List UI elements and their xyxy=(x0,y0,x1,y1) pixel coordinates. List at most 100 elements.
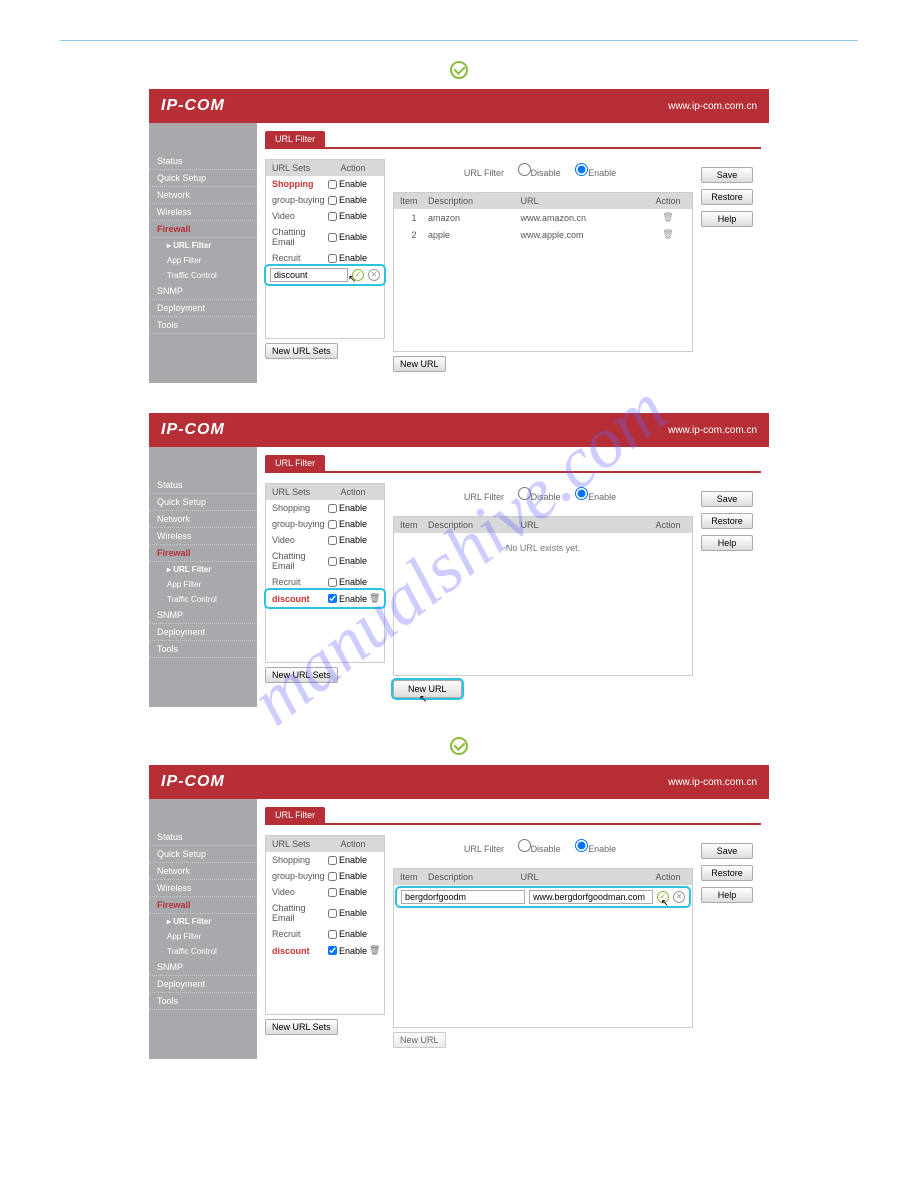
trash-icon[interactable]: 🗑 xyxy=(369,593,380,604)
help-button[interactable]: Help xyxy=(701,535,753,551)
url-url-input[interactable] xyxy=(529,890,653,904)
url-set-row[interactable]: VideoEnable xyxy=(266,208,384,224)
new-url-sets-button[interactable]: New URL Sets xyxy=(265,343,338,359)
enable-checkbox[interactable] xyxy=(328,888,337,897)
nav-wireless[interactable]: Wireless xyxy=(149,528,257,545)
save-button[interactable]: Save xyxy=(701,843,753,859)
url-set-row[interactable]: group-buyingEnable xyxy=(266,868,384,884)
url-set-row[interactable]: discountEnable🗑 xyxy=(266,942,384,959)
nav-snmp[interactable]: SNMP xyxy=(149,283,257,300)
trash-icon[interactable]: 🗑 xyxy=(662,212,673,222)
nav-app-filter[interactable]: App Filter xyxy=(149,253,257,268)
new-url-button[interactable]: New URL xyxy=(393,1032,446,1048)
enable-checkbox[interactable] xyxy=(328,946,337,955)
nav-firewall[interactable]: Firewall xyxy=(149,545,257,562)
enable-checkbox[interactable] xyxy=(328,578,337,587)
new-url-sets-button[interactable]: New URL Sets xyxy=(265,1019,338,1035)
nav-snmp[interactable]: SNMP xyxy=(149,959,257,976)
help-button[interactable]: Help xyxy=(701,211,753,227)
enable-checkbox[interactable] xyxy=(328,594,337,603)
trash-icon[interactable]: 🗑 xyxy=(662,229,673,239)
enable-checkbox[interactable] xyxy=(328,909,337,918)
nav-url-filter[interactable]: URL Filter xyxy=(149,562,257,577)
nav-app-filter[interactable]: App Filter xyxy=(149,577,257,592)
enable-checkbox[interactable] xyxy=(328,872,337,881)
nav-network[interactable]: Network xyxy=(149,511,257,528)
radio-disable[interactable] xyxy=(518,163,531,176)
url-set-row[interactable]: Chatting EmailEnable xyxy=(266,224,384,250)
url-set-row[interactable]: group-buyingEnable xyxy=(266,192,384,208)
url-set-row[interactable]: VideoEnable xyxy=(266,884,384,900)
radio-enable[interactable] xyxy=(575,487,588,500)
new-url-button[interactable]: New URL xyxy=(393,680,462,698)
url-set-row[interactable]: ShoppingEnable xyxy=(266,852,384,868)
nav-status[interactable]: Status xyxy=(149,829,257,846)
nav-status[interactable]: Status xyxy=(149,477,257,494)
tab-url-filter[interactable]: URL Filter xyxy=(265,455,325,471)
nav-tools[interactable]: Tools xyxy=(149,641,257,658)
url-set-row[interactable]: discountEnable🗑 xyxy=(266,590,384,607)
confirm-icon[interactable]: ✓ xyxy=(352,269,364,281)
enable-checkbox[interactable] xyxy=(328,536,337,545)
trash-icon[interactable]: 🗑 xyxy=(369,945,380,956)
radio-disable[interactable] xyxy=(518,487,531,500)
nav-traffic-control[interactable]: Traffic Control xyxy=(149,592,257,607)
nav-deployment[interactable]: Deployment xyxy=(149,976,257,993)
nav-traffic-control[interactable]: Traffic Control xyxy=(149,268,257,283)
radio-disable[interactable] xyxy=(518,839,531,852)
nav-snmp[interactable]: SNMP xyxy=(149,607,257,624)
enable-checkbox[interactable] xyxy=(328,254,337,263)
url-set-row[interactable]: VideoEnable xyxy=(266,532,384,548)
enable-checkbox[interactable] xyxy=(328,557,337,566)
url-desc-input[interactable] xyxy=(401,890,525,904)
save-button[interactable]: Save xyxy=(701,167,753,183)
nav-quick-setup[interactable]: Quick Setup xyxy=(149,846,257,863)
enable-checkbox[interactable] xyxy=(328,233,337,242)
cancel-icon[interactable]: ✕ xyxy=(673,891,685,903)
nav-traffic-control[interactable]: Traffic Control xyxy=(149,944,257,959)
url-set-row[interactable]: RecruitEnable xyxy=(266,574,384,590)
nav-status[interactable]: Status xyxy=(149,153,257,170)
cancel-icon[interactable]: ✕ xyxy=(368,269,380,281)
enable-checkbox[interactable] xyxy=(328,180,337,189)
nav-tools[interactable]: Tools xyxy=(149,317,257,334)
url-set-row[interactable]: ShoppingEnable xyxy=(266,176,384,192)
nav-firewall[interactable]: Firewall xyxy=(149,897,257,914)
nav-url-filter[interactable]: URL Filter xyxy=(149,238,257,253)
confirm-icon[interactable]: ✓ xyxy=(657,891,669,903)
nav-quick-setup[interactable]: Quick Setup xyxy=(149,170,257,187)
nav-url-filter[interactable]: URL Filter xyxy=(149,914,257,929)
help-button[interactable]: Help xyxy=(701,887,753,903)
nav-deployment[interactable]: Deployment xyxy=(149,300,257,317)
enable-checkbox[interactable] xyxy=(328,930,337,939)
nav-quick-setup[interactable]: Quick Setup xyxy=(149,494,257,511)
radio-enable[interactable] xyxy=(575,163,588,176)
nav-network[interactable]: Network xyxy=(149,863,257,880)
nav-wireless[interactable]: Wireless xyxy=(149,204,257,221)
enable-checkbox[interactable] xyxy=(328,504,337,513)
nav-firewall[interactable]: Firewall xyxy=(149,221,257,238)
restore-button[interactable]: Restore xyxy=(701,189,753,205)
nav-deployment[interactable]: Deployment xyxy=(149,624,257,641)
new-set-input[interactable] xyxy=(270,268,348,282)
nav-wireless[interactable]: Wireless xyxy=(149,880,257,897)
nav-network[interactable]: Network xyxy=(149,187,257,204)
new-url-button[interactable]: New URL xyxy=(393,356,446,372)
enable-checkbox[interactable] xyxy=(328,212,337,221)
save-button[interactable]: Save xyxy=(701,491,753,507)
enable-checkbox[interactable] xyxy=(328,856,337,865)
enable-checkbox[interactable] xyxy=(328,196,337,205)
nav-app-filter[interactable]: App Filter xyxy=(149,929,257,944)
url-set-row[interactable]: RecruitEnable xyxy=(266,926,384,942)
url-set-row[interactable]: group-buyingEnable xyxy=(266,516,384,532)
restore-button[interactable]: Restore xyxy=(701,865,753,881)
url-set-row[interactable]: Chatting EmailEnable xyxy=(266,548,384,574)
url-set-row[interactable]: RecruitEnable xyxy=(266,250,384,266)
restore-button[interactable]: Restore xyxy=(701,513,753,529)
tab-url-filter[interactable]: URL Filter xyxy=(265,131,325,147)
url-set-row[interactable]: ShoppingEnable xyxy=(266,500,384,516)
radio-enable[interactable] xyxy=(575,839,588,852)
url-set-row[interactable]: Chatting EmailEnable xyxy=(266,900,384,926)
enable-checkbox[interactable] xyxy=(328,520,337,529)
tab-url-filter[interactable]: URL Filter xyxy=(265,807,325,823)
